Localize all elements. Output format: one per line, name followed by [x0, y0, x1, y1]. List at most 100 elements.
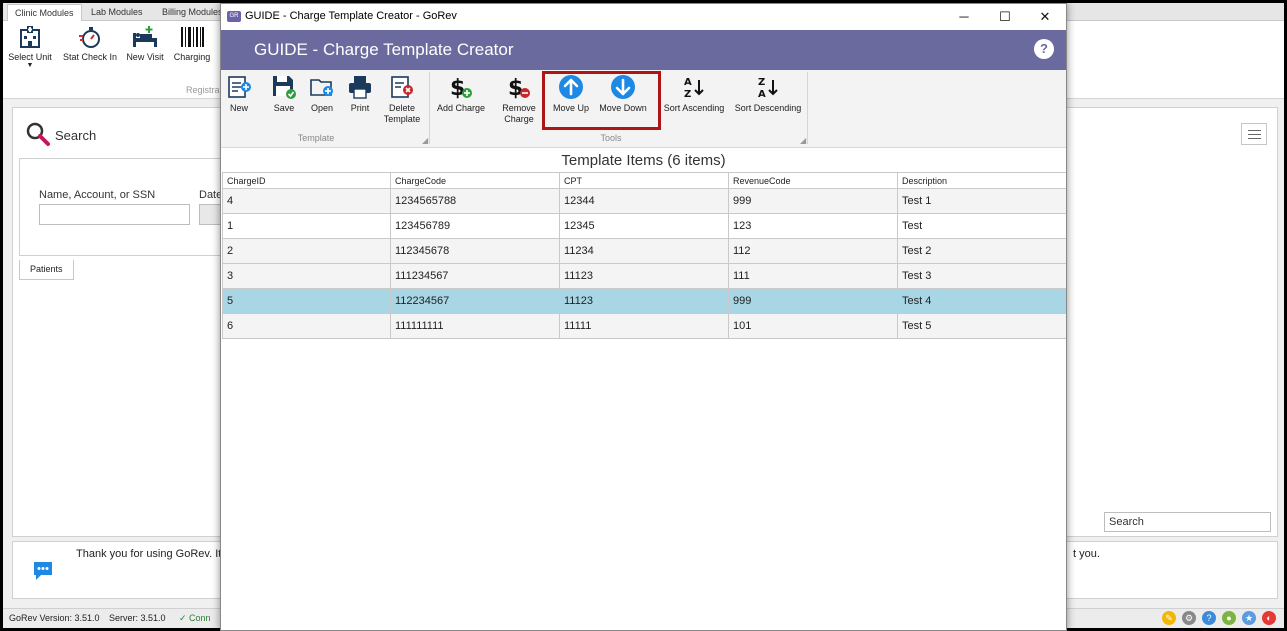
column-header-cpt[interactable]: CPT — [559, 172, 729, 189]
cell-chargecode: 123456789 — [390, 213, 560, 239]
tab-patients[interactable]: Patients — [19, 260, 74, 280]
column-header-description[interactable]: Description — [897, 172, 1066, 189]
sort-descending-button[interactable]: ZA Sort Descending — [734, 74, 802, 114]
cell-chargecode: 112345678 — [390, 238, 560, 264]
delete-template-button[interactable]: Delete Template — [382, 74, 422, 125]
open-folder-icon — [310, 79, 333, 96]
notes-icon[interactable]: ✎ — [1162, 611, 1176, 625]
cell-revenuecode: 123 — [728, 213, 898, 239]
tab-lab-modules[interactable]: Lab Modules — [84, 4, 150, 21]
column-header-chargeid[interactable]: ChargeID — [222, 172, 391, 189]
delete-template-label: Delete Template — [383, 103, 421, 124]
tools-group-launcher-icon[interactable]: ◢ — [800, 136, 806, 145]
window-title: GUIDE - Charge Template Creator - GoRev — [245, 10, 457, 22]
cell-description: Test 4 — [897, 288, 1066, 314]
stat-check-in-button[interactable]: Stat Check In — [61, 25, 119, 62]
grid-header-row: ChargeID ChargeCode CPT RevenueCode Desc… — [222, 172, 1066, 189]
menu-icon[interactable] — [1241, 123, 1267, 145]
new-visit-label: New Visit — [126, 52, 164, 62]
column-header-chargecode[interactable]: ChargeCode — [390, 172, 560, 189]
template-group-label: Template — [297, 133, 335, 143]
sort-za-icon: ZA — [758, 77, 778, 100]
help-icon[interactable]: ? — [1202, 611, 1216, 625]
charging-button[interactable]: Charging — [171, 25, 213, 62]
gear-icon[interactable]: ⚙ — [1182, 611, 1196, 625]
dialog-header: GUIDE - Charge Template Creator ? — [221, 30, 1066, 70]
maximize-button[interactable]: ☐ — [985, 4, 1025, 30]
cell-description: Test 3 — [897, 263, 1066, 289]
template-items-grid: ChargeID ChargeCode CPT RevenueCode Desc… — [222, 172, 1066, 339]
tools-group-label: Tools — [600, 133, 622, 143]
add-charge-label: Add Charge — [436, 103, 486, 113]
grid-title: Template Items (6 items) — [561, 152, 726, 169]
table-row[interactable]: 1 123456789 12345 123 Test — [222, 213, 1066, 239]
group-separator — [429, 72, 430, 144]
cell-chargecode: 111234567 — [390, 263, 560, 289]
template-group-launcher-icon[interactable]: ◢ — [422, 136, 428, 145]
bed-plus-icon — [133, 26, 157, 47]
chevron-down-icon: ▼ — [26, 62, 34, 69]
search-title: Search — [55, 128, 97, 143]
cell-chargeid: 5 — [222, 288, 391, 314]
move-buttons-highlight — [542, 71, 661, 130]
stopwatch-icon — [79, 27, 100, 48]
cell-description: Test 5 — [897, 313, 1066, 339]
stat-check-in-label: Stat Check In — [62, 52, 118, 62]
new-visit-button[interactable]: New Visit — [125, 25, 165, 62]
cell-revenuecode: 112 — [728, 238, 898, 264]
server-text: Server: 3.51.0 — [109, 613, 166, 623]
cell-revenuecode: 111 — [728, 263, 898, 289]
cell-chargeid: 2 — [222, 238, 391, 264]
gorev-app-icon: GR — [227, 11, 241, 22]
tab-billing-modules[interactable]: Billing Modules — [155, 4, 230, 21]
star-icon[interactable]: ★ — [1242, 611, 1256, 625]
hospital-icon — [20, 26, 40, 48]
remove-charge-button[interactable]: $ Remove Charge — [500, 74, 538, 125]
tab-clinic-modules[interactable]: Clinic Modules — [7, 4, 82, 21]
delete-document-icon — [391, 76, 413, 98]
table-row[interactable]: 3 111234567 11123 111 Test 3 — [222, 263, 1066, 289]
dialog-header-title: GUIDE - Charge Template Creator — [254, 40, 514, 59]
minimize-button[interactable]: ─ — [944, 4, 984, 30]
bug-icon[interactable]: ● — [1222, 611, 1236, 625]
connection-status: ✓ Conn — [179, 613, 211, 623]
search-input[interactable]: Search — [1104, 512, 1271, 532]
cell-description: Test 1 — [897, 188, 1066, 214]
barcode-icon — [181, 27, 204, 47]
table-row[interactable]: 2 112345678 11234 112 Test 2 — [222, 238, 1066, 264]
help-button[interactable]: ? — [1034, 39, 1054, 59]
print-button[interactable]: Print — [345, 74, 375, 114]
cell-cpt: 11123 — [559, 263, 729, 289]
name-account-ssn-label: Name, Account, or SSN — [39, 189, 156, 201]
sort-az-icon: AZ — [684, 77, 704, 100]
save-button[interactable]: Save — [270, 74, 298, 114]
cell-revenuecode: 999 — [728, 188, 898, 214]
name-account-ssn-input[interactable] — [39, 204, 190, 225]
open-button[interactable]: Open — [307, 74, 337, 114]
new-document-icon — [228, 76, 251, 98]
color-wheel-icon[interactable]: ◐ — [1262, 611, 1276, 625]
cell-cpt: 12344 — [559, 188, 729, 214]
sort-ascending-label: Sort Ascending — [663, 103, 725, 113]
new-button[interactable]: New — [225, 74, 253, 114]
sort-ascending-button[interactable]: AZ Sort Ascending — [663, 74, 725, 114]
table-row-selected[interactable]: 5 112234567 11123 999 Test 4 — [222, 288, 1066, 314]
svg-text:A: A — [758, 89, 766, 100]
window-titlebar: GR GUIDE - Charge Template Creator - GoR… — [221, 4, 1066, 30]
message-text: Thank you for using GoRev. It — [76, 548, 222, 560]
close-button[interactable]: ✕ — [1025, 4, 1065, 30]
cell-cpt: 12345 — [559, 213, 729, 239]
save-disk-icon — [273, 76, 296, 99]
table-row[interactable]: 6 111111111 11111 101 Test 5 — [222, 313, 1066, 339]
column-header-revenuecode[interactable]: RevenueCode — [728, 172, 898, 189]
add-charge-button[interactable]: $ Add Charge — [435, 74, 487, 114]
cell-chargecode: 111111111 — [390, 313, 560, 339]
table-row[interactable]: 4 1234565788 12344 999 Test 1 — [222, 188, 1066, 214]
select-unit-button[interactable]: Select Unit ▼ — [7, 25, 53, 69]
new-label: New — [229, 103, 248, 113]
svg-text:Z: Z — [758, 77, 765, 88]
registration-group-label: Registra — [186, 85, 220, 95]
cell-chargecode: 1234565788 — [390, 188, 560, 214]
group-separator — [807, 72, 808, 144]
dollar-plus-icon: $ — [450, 76, 472, 100]
